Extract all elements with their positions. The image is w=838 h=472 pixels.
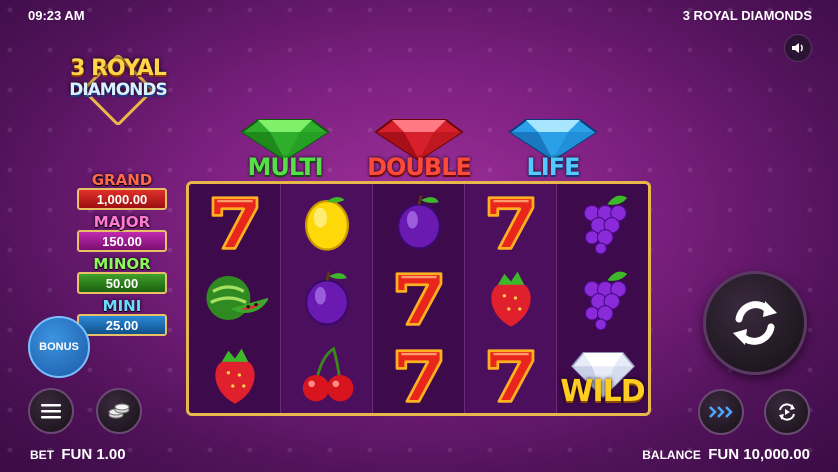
plum-icon [304,271,349,326]
reel-symbol [281,337,372,413]
reel-symbol [465,337,556,413]
jackpot-name: MINOR [93,255,151,273]
jackpot-value: 25.00 [77,314,167,336]
gem-feature-double: DOUBLE [364,116,474,180]
bet-display: BET FUN 1.00 [30,446,126,463]
coins-icon [108,403,130,419]
reel-4 [465,184,557,413]
reel-symbol [373,184,464,260]
reel-1 [189,184,281,413]
reel-symbol [189,184,280,260]
reel-symbol [557,184,648,260]
jackpot-value: 1,000.00 [77,188,167,210]
gem-feature-life: LIFE [498,116,608,180]
logo-line2: DIAMONDS [69,80,168,100]
jackpot-panel: GRAND 1,000.00 MAJOR 150.00 MINOR 50.00 … [76,172,168,340]
reels-grid: WILD [189,184,648,413]
logo-line1: 3 ROYAL [70,56,167,81]
watermelon-icon [205,276,268,321]
reel-symbol: WILD [557,337,648,413]
jackpot-major: MAJOR 150.00 [76,214,168,252]
reel-symbol [189,337,280,413]
reel-symbol [557,260,648,336]
jackpot-value: 50.00 [77,272,167,294]
gem-label-double: DOUBLE [367,153,472,181]
seven-icon [395,349,442,403]
bonus-button[interactable]: BONUS [28,316,90,378]
seven-icon [395,272,442,327]
plum-icon [396,195,441,250]
reel-symbol [373,260,464,336]
gem-feature-multi: MULTI [230,116,340,180]
reel-symbol [373,337,464,413]
clock: 09:23 AM [28,8,85,23]
reel-symbol [281,184,372,260]
lemon-icon [304,197,349,251]
reel-2 [281,184,373,413]
spin-icon [733,301,777,345]
gem-label-life: LIFE [526,153,580,181]
autoplay-button[interactable] [764,389,810,435]
grapes-icon [583,195,627,255]
jackpot-grand: GRAND 1,000.00 [76,172,168,210]
gem-label-multi: MULTI [247,153,324,181]
spin-button[interactable] [703,271,807,375]
reel-symbol [465,260,556,336]
jackpot-name: MAJOR [93,213,151,231]
jackpot-value: 150.00 [77,230,167,252]
cherry-icon [302,346,353,402]
balance-label: BALANCE [642,448,701,462]
reels-frame: WILD [186,181,651,416]
seven-icon [487,349,534,403]
bet-settings-button[interactable] [96,388,142,434]
menu-button[interactable] [28,388,74,434]
strawberry-icon [490,272,531,328]
seven-icon [211,196,258,250]
grapes-icon [583,272,627,331]
bet-value: FUN 1.00 [61,446,126,463]
reel-symbol [189,260,280,336]
fast-forward-icon [709,406,733,418]
autoplay-icon [779,403,795,421]
bet-label: BET [30,448,54,462]
balance-display: BALANCE FUN 10,000.00 [642,446,810,463]
game-title: 3 ROYAL DIAMONDS [682,8,812,23]
jackpot-minor: MINOR 50.00 [76,256,168,294]
strawberry-icon [214,348,255,404]
reel-5: WILD [557,184,648,413]
wild-label: WILD [560,373,645,409]
speaker-icon [792,43,803,53]
seven-icon [487,196,534,250]
reel-symbol [281,260,372,336]
balance-value: FUN 10,000.00 [708,446,810,463]
hamburger-icon [41,404,61,419]
reel-symbol [465,184,556,260]
jackpot-name: GRAND [91,171,153,189]
jackpot-name: MINI [102,297,142,315]
sound-button[interactable] [784,34,812,62]
turbo-button[interactable] [698,389,744,435]
game-screen: 09:23 AM 3 ROYAL DIAMONDS 3 ROYAL DIAMON… [0,0,838,472]
jackpot-mini: MINI 25.00 [76,298,168,336]
game-logo: 3 ROYAL DIAMONDS [60,53,176,127]
reel-3 [373,184,465,413]
gem-features: MULTI DOUBLE LIFE [230,116,610,186]
